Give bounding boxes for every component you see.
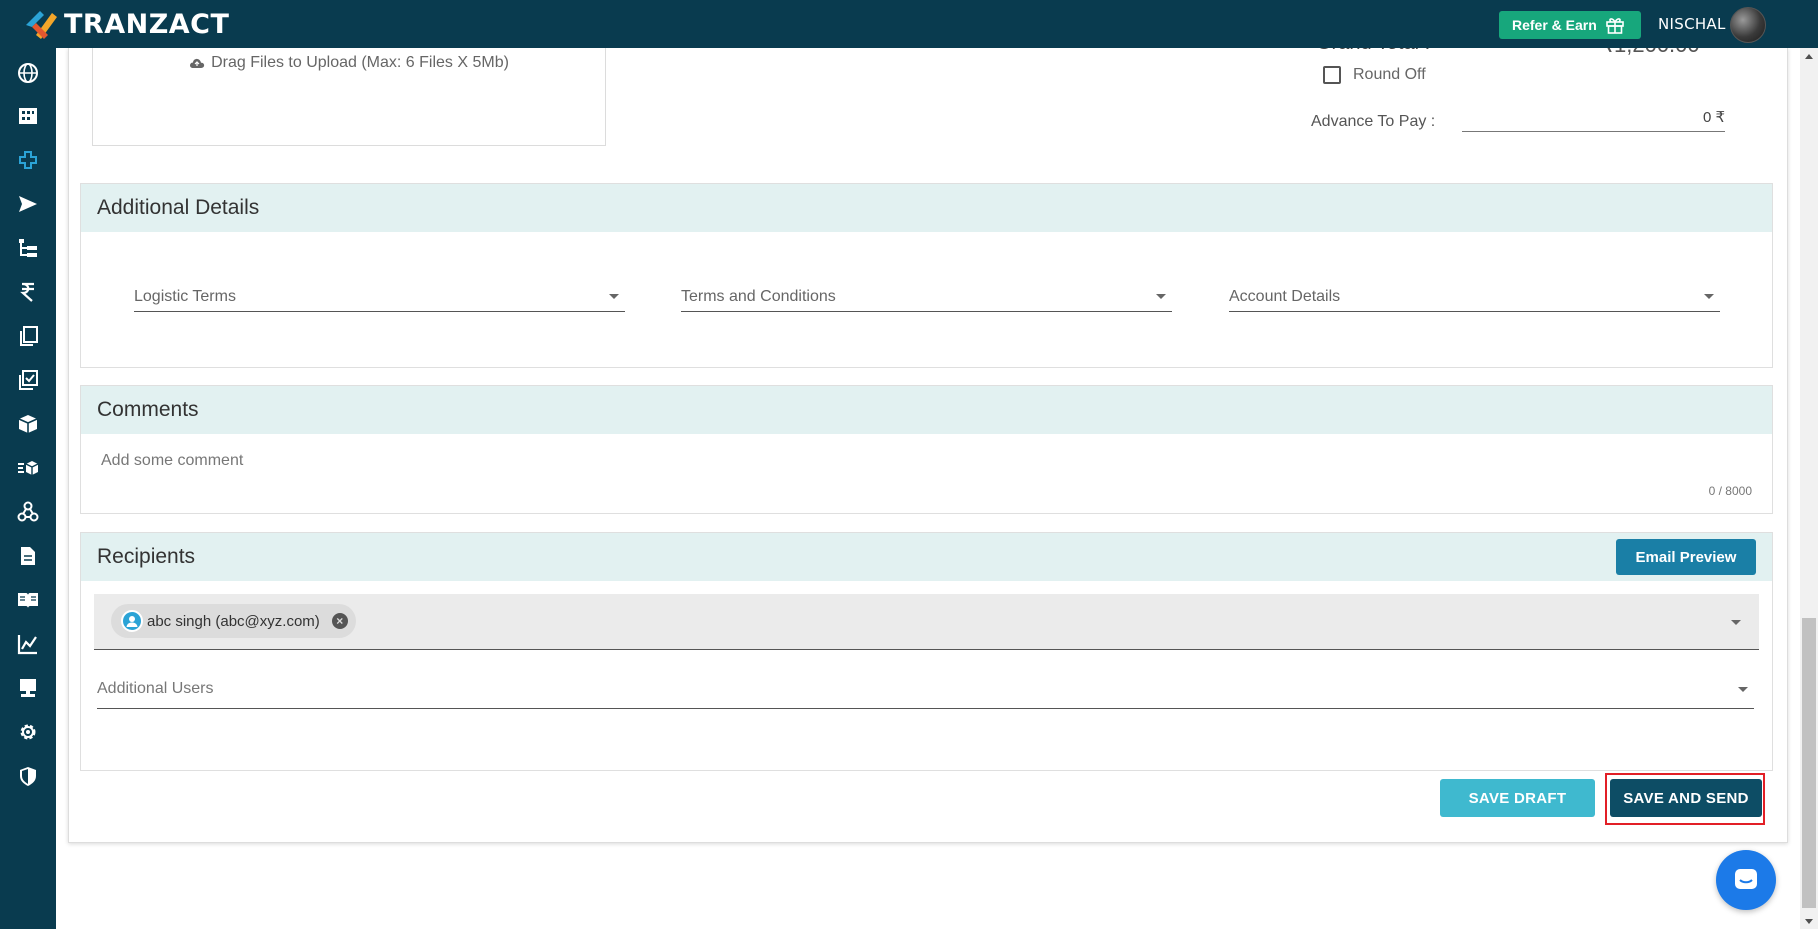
user-name[interactable]: NISCHAL [1658, 15, 1726, 33]
top-bar: TRANZACT Refer & Earn NISCHAL [0, 0, 1818, 48]
close-icon[interactable]: × [331, 613, 348, 629]
round-off-label: Round Off [1353, 66, 1426, 83]
scrollbar-thumb[interactable] [1802, 618, 1816, 908]
gift-icon [1606, 18, 1624, 34]
comment-char-count: 0 / 8000 [1708, 484, 1752, 498]
checklist-icon[interactable] [16, 368, 40, 392]
comment-input[interactable]: Add some comment [101, 452, 243, 470]
chevron-down-icon [609, 294, 619, 299]
additional-details-section: Additional Details Logistic Terms Terms … [80, 183, 1773, 368]
email-preview-button[interactable]: Email Preview [1616, 539, 1756, 575]
recipients-title: Recipients [81, 533, 1772, 581]
upload-label: Drag Files to Upload (Max: 6 Files X 5Mb… [211, 54, 509, 71]
comments-section: Comments Add some comment 0 / 8000 [80, 385, 1773, 514]
save-and-send-button[interactable]: SAVE AND SEND [1610, 779, 1762, 817]
globe-icon[interactable] [16, 61, 40, 85]
gear-icon[interactable] [16, 720, 40, 744]
recipients-select[interactable]: abc singh (abc@xyz.com) × [94, 594, 1759, 650]
account-details-dropdown[interactable]: Account Details [1229, 282, 1720, 312]
refer-and-earn-button[interactable]: Refer & Earn [1499, 11, 1641, 39]
hierarchy-icon[interactable] [16, 236, 40, 260]
terms-conditions-label: Terms and Conditions [681, 287, 836, 305]
comments-title: Comments [81, 386, 1772, 434]
chevron-down-icon [1738, 687, 1748, 692]
advance-to-pay-label: Advance To Pay : [1311, 113, 1436, 130]
sidebar [0, 48, 56, 929]
logo-mark-icon [22, 5, 66, 43]
chevron-down-icon [1156, 294, 1166, 299]
additional-users-dropdown[interactable]: Additional Users [97, 669, 1754, 709]
user-icon [121, 610, 143, 632]
advance-to-pay-input[interactable]: 0 ₹ [1462, 104, 1725, 132]
account-details-label: Account Details [1229, 287, 1341, 305]
round-off-option[interactable]: Round Off [1323, 66, 1426, 84]
box-icon[interactable] [16, 412, 40, 436]
cloud-upload-icon [190, 58, 205, 68]
list-box-icon[interactable] [16, 456, 40, 480]
monitor-icon[interactable] [16, 676, 40, 700]
page-scrollbar[interactable] [1800, 48, 1818, 929]
scroll-down-arrow-icon[interactable] [1800, 913, 1818, 929]
refer-label: Refer & Earn [1512, 17, 1597, 33]
scroll-up-arrow-icon[interactable] [1800, 48, 1818, 64]
book-icon[interactable] [16, 588, 40, 612]
chevron-down-icon [1704, 294, 1714, 299]
additional-details-title: Additional Details [81, 184, 1772, 232]
plus-cross-icon[interactable] [16, 148, 40, 172]
logo[interactable]: TRANZACT [22, 5, 229, 43]
chart-icon[interactable] [16, 632, 40, 656]
chevron-down-icon[interactable] [1731, 620, 1741, 625]
additional-users-label: Additional Users [97, 679, 214, 697]
save-draft-button[interactable]: SAVE DRAFT [1440, 779, 1595, 817]
recipients-section: Recipients Email Preview abc singh (abc@… [80, 532, 1773, 771]
avatar[interactable] [1730, 7, 1766, 43]
chat-widget-button[interactable] [1716, 850, 1776, 910]
logistic-terms-dropdown[interactable]: Logistic Terms [134, 282, 625, 312]
brand-name: TRANZACT [64, 8, 230, 40]
recipient-chip[interactable]: abc singh (abc@xyz.com) × [111, 604, 356, 638]
round-off-checkbox[interactable] [1323, 66, 1341, 84]
rupee-icon[interactable] [16, 280, 40, 304]
file-icon[interactable] [16, 544, 40, 568]
upload-hint: Drag Files to Upload (Max: 6 Files X 5Mb… [92, 54, 606, 72]
terms-conditions-dropdown[interactable]: Terms and Conditions [681, 282, 1172, 312]
recipient-chip-label: abc singh (abc@xyz.com) [147, 612, 320, 630]
building-icon[interactable] [16, 104, 40, 128]
logistic-terms-label: Logistic Terms [134, 287, 236, 305]
chat-icon [1735, 869, 1757, 889]
send-icon[interactable] [16, 192, 40, 216]
documents-icon[interactable] [16, 324, 40, 348]
network-icon[interactable] [16, 500, 40, 524]
shield-icon[interactable] [16, 764, 40, 788]
